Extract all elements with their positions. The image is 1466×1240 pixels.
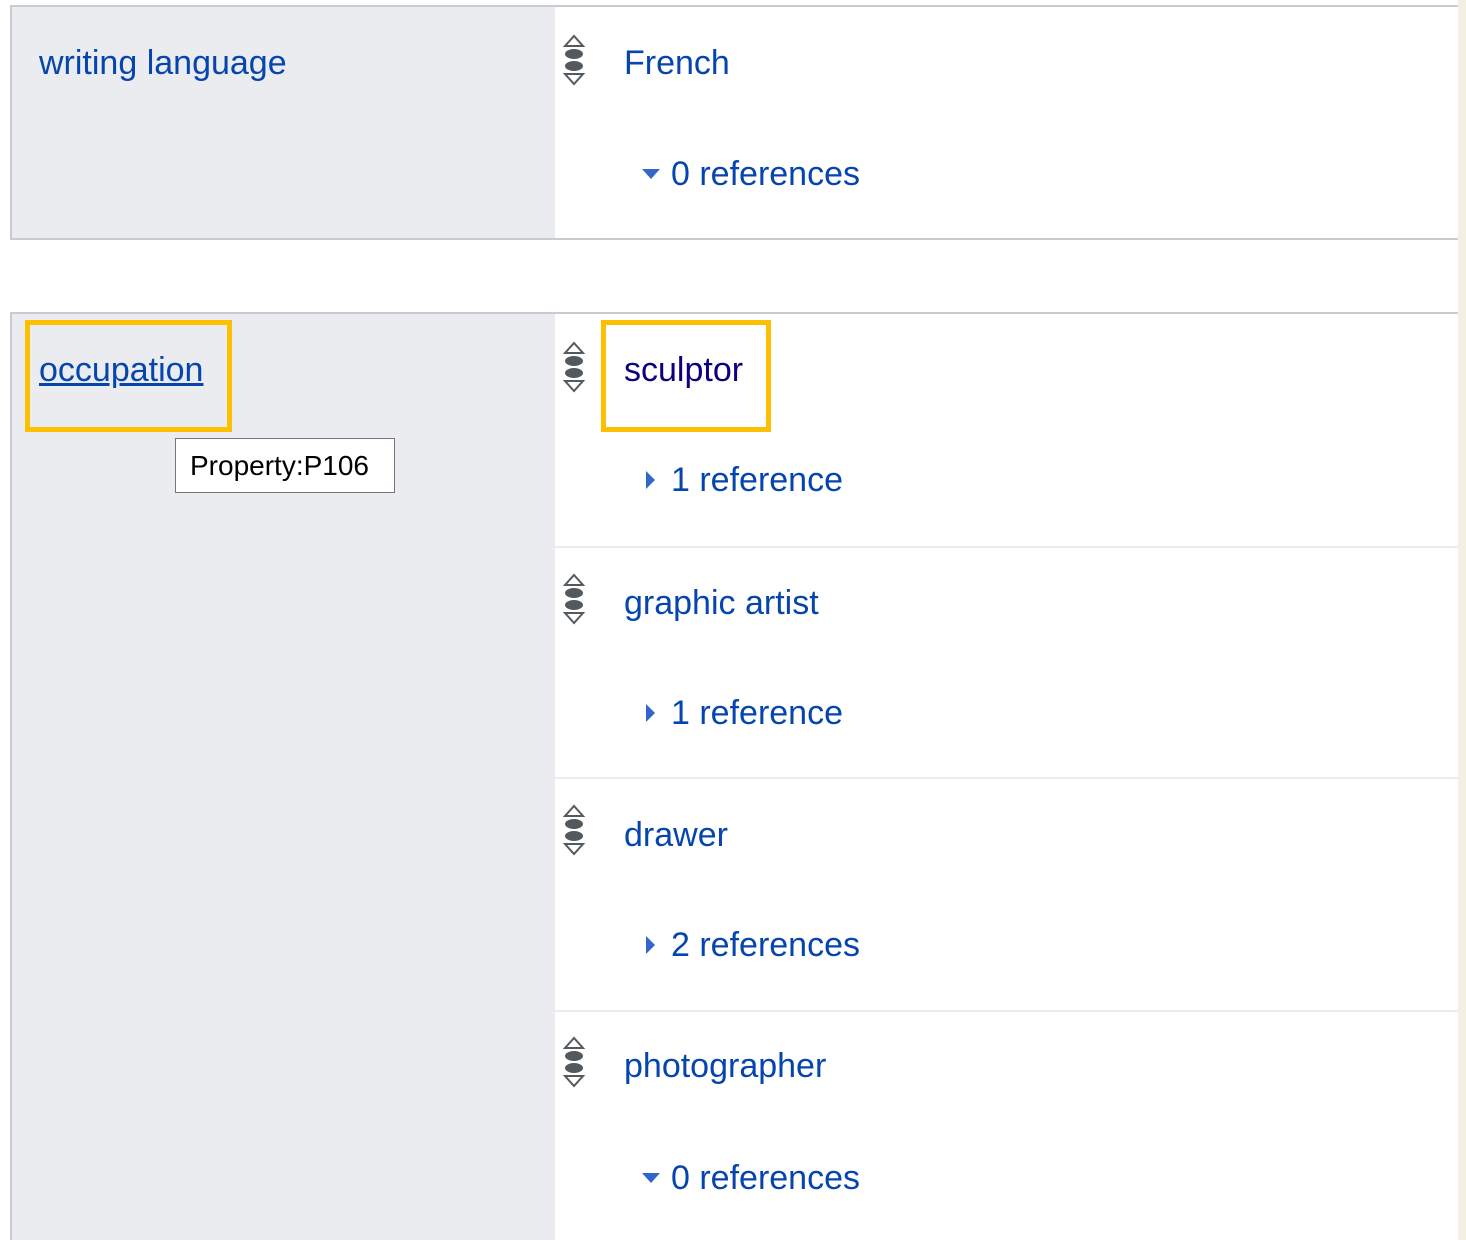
references-count: 2 references [671, 926, 860, 964]
references-toggle[interactable]: 1 reference [639, 461, 843, 500]
triangle-right-icon [639, 703, 665, 724]
wikidata-statements-page: writing language French 0 references occ… [0, 0, 1466, 1240]
value-link-french[interactable]: French [624, 44, 730, 83]
statement-row: graphic artist 1 reference [555, 548, 1458, 779]
statement-row: photographer 0 references [555, 1012, 1458, 1240]
rank-selector-icon[interactable] [562, 803, 586, 857]
statement-group-writing-language: writing language French 0 references [10, 5, 1458, 240]
statement-row: drawer 2 references [555, 779, 1458, 1012]
rank-selector-icon[interactable] [562, 33, 586, 87]
references-toggle[interactable]: 2 references [639, 926, 860, 965]
triangle-right-icon [639, 470, 665, 491]
highlight-box-occupation [25, 320, 232, 432]
property-tooltip: Property:P106 [175, 438, 395, 493]
values-list: French 0 references [555, 7, 1458, 238]
value-link-drawer[interactable]: drawer [624, 816, 728, 855]
value-link-photographer[interactable]: photographer [624, 1047, 826, 1086]
page-edge [1458, 0, 1466, 1240]
references-count: 0 references [671, 155, 860, 193]
value-link-graphic-artist[interactable]: graphic artist [624, 584, 819, 623]
triangle-right-icon [639, 935, 665, 956]
references-count: 0 references [671, 1159, 860, 1197]
property-cell: writing language [12, 7, 555, 238]
rank-selector-icon[interactable] [562, 572, 586, 626]
references-count: 1 reference [671, 694, 843, 732]
highlight-box-sculptor [601, 320, 771, 432]
rank-selector-icon[interactable] [562, 340, 586, 394]
triangle-down-icon [639, 1169, 665, 1189]
values-list: sculptor 1 reference graphic artist 1 re… [555, 314, 1458, 1240]
property-link-writing-language[interactable]: writing language [39, 44, 287, 83]
rank-selector-icon[interactable] [562, 1035, 586, 1089]
references-count: 1 reference [671, 461, 843, 499]
references-toggle[interactable]: 1 reference [639, 694, 843, 733]
references-toggle[interactable]: 0 references [639, 1159, 860, 1198]
statement-row: French 0 references [555, 7, 1458, 238]
triangle-down-icon [639, 165, 665, 185]
references-toggle[interactable]: 0 references [639, 155, 860, 194]
